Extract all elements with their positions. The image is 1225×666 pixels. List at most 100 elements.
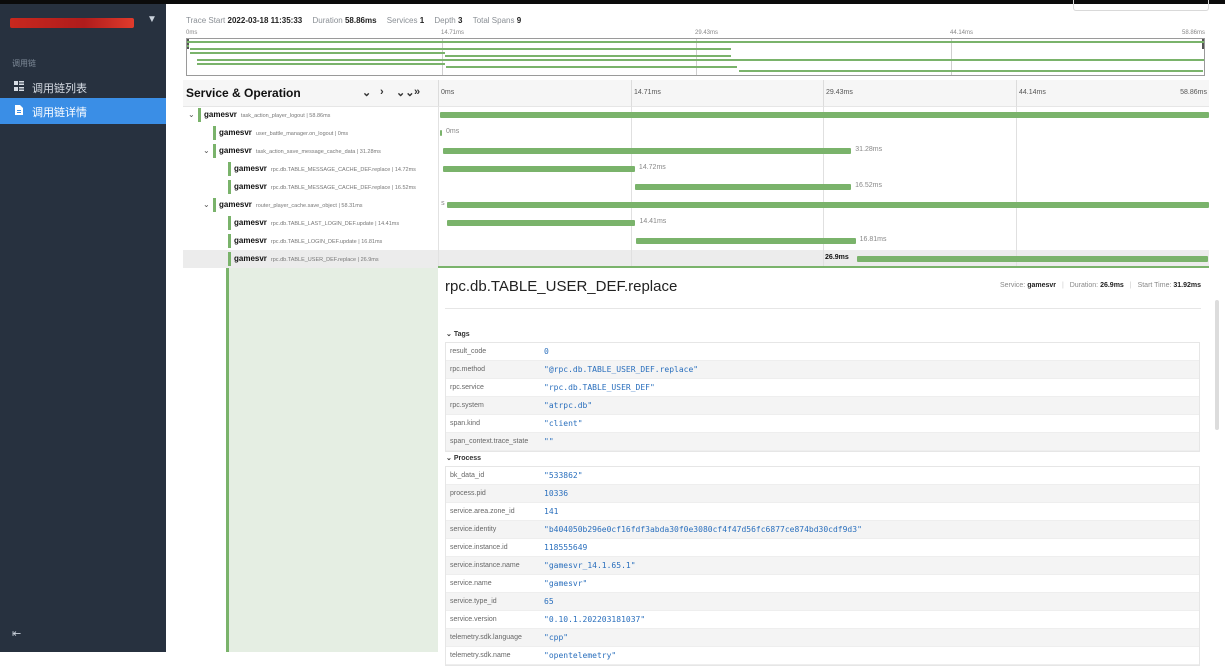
span-name-cell[interactable]: ⌄ gamesvr task_action_player_logout | 58.8… xyxy=(183,106,439,124)
span-bar[interactable] xyxy=(442,148,852,154)
span-detail-panel: rpc.db.TABLE_USER_DEF.replace Service: g… xyxy=(438,266,1209,666)
chevron-down-icon[interactable]: ⌄ xyxy=(188,110,195,119)
service-color-indicator xyxy=(228,252,231,266)
service-color-indicator xyxy=(228,162,231,176)
kv-value[interactable]: "@rpc.db.TABLE_USER_DEF.replace" xyxy=(544,365,698,374)
timeline-gridline xyxy=(631,232,632,250)
minimap-canvas[interactable] xyxy=(186,38,1205,76)
span-name-cell[interactable]: gamesvr rpc.db.TABLE_LAST_LOGIN_DEF.updat… xyxy=(183,214,439,232)
kv-value[interactable]: "gamesvr" xyxy=(544,579,587,588)
main-content: Trace Start 2022-03-18 11:35:33 Duration… xyxy=(166,0,1225,666)
span-row[interactable]: gamesvr user_battle_manager.on_logout | 0… xyxy=(183,124,1209,142)
kv-value[interactable]: "" xyxy=(544,437,554,446)
services-value: 1 xyxy=(419,16,425,25)
span-operation-name: rpc.db.TABLE_LAST_LOGIN_DEF.update | 14.… xyxy=(270,221,400,227)
timeline-gridline xyxy=(823,214,824,232)
chevron-down-icon[interactable]: ▼ xyxy=(147,14,157,25)
service-color-indicator xyxy=(213,198,216,212)
kv-value[interactable]: "opentelemetry" xyxy=(544,651,616,660)
span-bar[interactable] xyxy=(857,256,1209,262)
chevron-down-icon[interactable]: ⌄ xyxy=(203,146,210,155)
vertical-scrollbar[interactable] xyxy=(1215,300,1219,430)
duration-value: 26.9ms xyxy=(1100,282,1124,289)
process-section-toggle[interactable]: ⌄ Process xyxy=(446,454,481,462)
span-duration-label: 16.81ms xyxy=(859,236,887,243)
span-row[interactable]: gamesvr rpc.db.TABLE_LAST_LOGIN_DEF.updat… xyxy=(183,214,1209,232)
span-name-cell[interactable]: gamesvr rpc.db.TABLE_LOGIN_DEF.update | 1… xyxy=(183,232,439,250)
kv-value[interactable]: 118555649 xyxy=(544,543,587,552)
span-name-cell[interactable]: ⌄ gamesvr task_action_save_message_cache_d… xyxy=(183,142,439,160)
tags-section-toggle[interactable]: ⌄ Tags xyxy=(446,330,470,338)
span-duration-label: 14.41ms xyxy=(639,218,667,225)
span-operation-name: rpc.db.TABLE_LOGIN_DEF.update | 16.81ms xyxy=(270,239,383,245)
timeline-gridline xyxy=(823,160,824,178)
span-row[interactable]: ⌄ gamesvr task_action_player_logout | 58.8… xyxy=(183,106,1209,124)
kv-key: service.type_id xyxy=(450,598,497,605)
app-logo xyxy=(10,18,134,28)
sidebar-item-trace-list[interactable]: 调用链列表 xyxy=(0,74,166,100)
kv-value[interactable]: 141 xyxy=(544,507,558,516)
timeline-gridline xyxy=(1016,142,1017,160)
kv-row: process.pid 10336 xyxy=(446,485,1199,503)
span-name-cell[interactable]: gamesvr user_battle_manager.on_logout | 0… xyxy=(183,124,439,142)
header-divider xyxy=(438,80,439,106)
service-color-indicator xyxy=(213,144,216,158)
span-bar[interactable] xyxy=(440,130,442,136)
span-name-cell[interactable]: ⌄ gamesvr router_player_cache.save_object … xyxy=(183,196,439,214)
kv-value[interactable]: 0 xyxy=(544,347,549,356)
expand-all-button[interactable]: » xyxy=(414,86,420,98)
kv-key: span_context.trace_state xyxy=(450,438,529,445)
kv-value[interactable]: "rpc.db.TABLE_USER_DEF" xyxy=(544,383,655,392)
span-bar[interactable] xyxy=(447,202,1209,208)
span-bar[interactable] xyxy=(442,166,635,172)
kv-key: bk_data_id xyxy=(450,472,485,479)
span-detail-title: rpc.db.TABLE_USER_DEF.replace xyxy=(445,278,678,295)
kv-value[interactable]: "atrpc.db" xyxy=(544,401,592,410)
chevron-down-icon[interactable]: ⌄ xyxy=(203,200,210,209)
kv-row: service.type_id 65 xyxy=(446,593,1199,611)
span-row[interactable]: ⌄ gamesvr router_player_cache.save_object … xyxy=(183,196,1209,214)
sidebar-item-trace-detail[interactable]: 调用链详情 xyxy=(0,98,166,124)
kv-value[interactable]: "b404050b296e0cf16fdf3abda30f0e3080cf4f4… xyxy=(544,525,862,534)
kv-row: span.kind "client" xyxy=(446,415,1199,433)
service-color-indicator xyxy=(228,180,231,194)
collapse-all-button[interactable]: ⌄⌄ xyxy=(396,86,414,99)
span-duration-label: 26.9ms xyxy=(825,254,849,261)
header-gridline xyxy=(823,80,824,106)
span-row[interactable]: ⌄ gamesvr task_action_save_message_cache_d… xyxy=(183,142,1209,160)
kv-value[interactable]: "533862" xyxy=(544,471,583,480)
span-name-cell[interactable]: gamesvr rpc.db.TABLE_MESSAGE_CACHE_DEF.re… xyxy=(183,178,439,196)
kv-value[interactable]: "gamesvr_14.1.65.1" xyxy=(544,561,636,570)
kv-value[interactable]: 10336 xyxy=(544,489,568,498)
span-service-name: gamesvr xyxy=(204,110,237,119)
span-bar[interactable] xyxy=(440,112,1209,118)
timeline-tick: 0ms xyxy=(441,89,455,96)
kv-value[interactable]: "cpp" xyxy=(544,633,568,642)
expand-one-button[interactable]: › xyxy=(380,86,384,98)
app-switcher[interactable]: ▼ xyxy=(0,4,166,42)
span-operation-name: rpc.db.TABLE_MESSAGE_CACHE_DEF.replace |… xyxy=(270,185,416,191)
timeline-gridline xyxy=(1016,124,1017,142)
collapse-one-button[interactable]: ⌄ xyxy=(362,86,371,99)
trace-start-label: Trace Start xyxy=(186,16,226,25)
span-name-cell[interactable]: gamesvr rpc.db.TABLE_USER_DEF.replace | 2… xyxy=(183,250,439,268)
kv-value[interactable]: "0.10.1.202203181037" xyxy=(544,615,645,624)
span-service-name: gamesvr xyxy=(219,200,252,209)
kv-key: rpc.method xyxy=(450,366,486,373)
minimap-tick: 0ms xyxy=(186,30,198,36)
collapse-sidebar-icon[interactable]: ⇤ xyxy=(12,627,21,640)
span-bar[interactable] xyxy=(635,238,856,244)
span-row[interactable]: gamesvr rpc.db.TABLE_MESSAGE_CACHE_DEF.re… xyxy=(183,178,1209,196)
span-bar[interactable] xyxy=(635,184,852,190)
trace-minimap[interactable]: 0ms 14.71ms 29.43ms 44.14ms 58.86ms xyxy=(186,30,1205,76)
span-row[interactable]: gamesvr rpc.db.TABLE_LOGIN_DEF.update | 1… xyxy=(183,232,1209,250)
span-row[interactable]: gamesvr rpc.db.TABLE_MESSAGE_CACHE_DEF.re… xyxy=(183,160,1209,178)
span-service-name: gamesvr xyxy=(234,218,267,227)
minimap-span-bar xyxy=(446,66,737,69)
span-bar[interactable] xyxy=(447,220,636,226)
span-name-cell[interactable]: gamesvr rpc.db.TABLE_MESSAGE_CACHE_DEF.re… xyxy=(183,160,439,178)
kv-value[interactable]: 65 xyxy=(544,597,554,606)
kv-value[interactable]: "client" xyxy=(544,419,583,428)
span-label: gamesvr rpc.db.TABLE_MESSAGE_CACHE_DEF.re… xyxy=(234,182,416,191)
search-input[interactable] xyxy=(1073,0,1209,11)
